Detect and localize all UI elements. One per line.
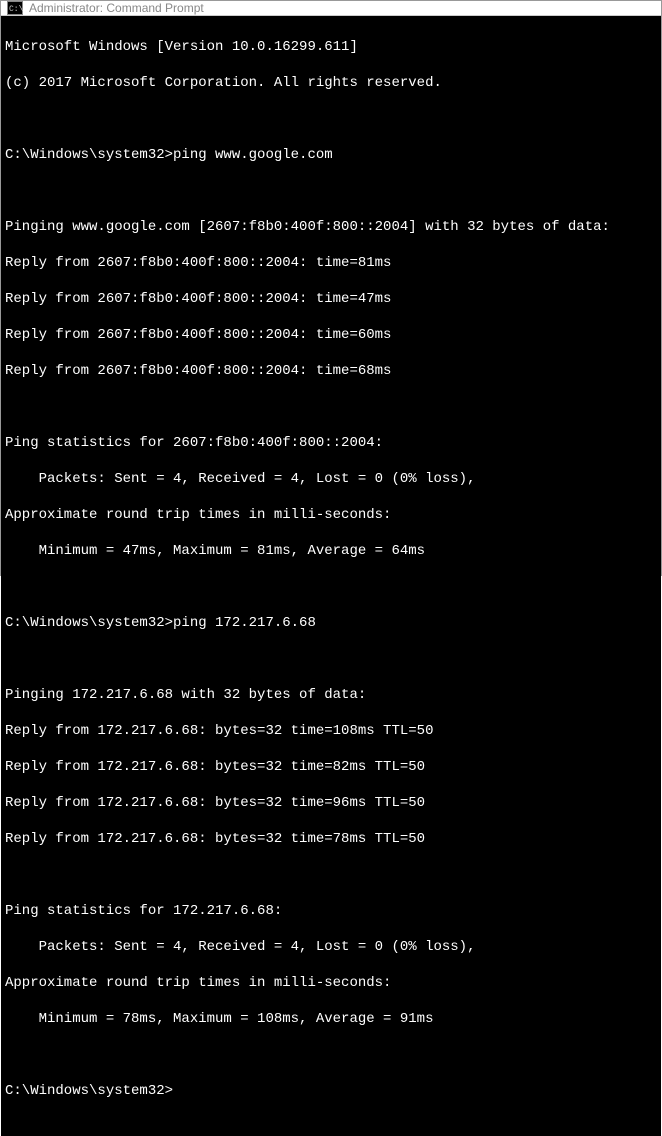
banner-line: Microsoft Windows [Version 10.0.16299.61…	[5, 38, 657, 56]
ping-rtt-header: Approximate round trip times in milli-se…	[5, 974, 657, 992]
ping-rtt: Minimum = 78ms, Maximum = 108ms, Average…	[5, 1010, 657, 1028]
window-title: Administrator: Command Prompt	[29, 1, 204, 15]
ping-reply: Reply from 172.217.6.68: bytes=32 time=9…	[5, 794, 657, 812]
blank-line	[5, 1046, 657, 1064]
svg-text:C:\: C:\	[9, 5, 23, 14]
ping-reply: Reply from 2607:f8b0:400f:800::2004: tim…	[5, 290, 657, 308]
banner-line: (c) 2017 Microsoft Corporation. All righ…	[5, 74, 657, 92]
ping-reply: Reply from 172.217.6.68: bytes=32 time=8…	[5, 758, 657, 776]
ping-packets: Packets: Sent = 4, Received = 4, Lost = …	[5, 938, 657, 956]
ping-reply: Reply from 172.217.6.68: bytes=32 time=1…	[5, 722, 657, 740]
ping-rtt: Minimum = 47ms, Maximum = 81ms, Average …	[5, 542, 657, 560]
prompt-text: C:\Windows\system32>	[5, 1082, 173, 1100]
ping-stats-header: Ping statistics for 172.217.6.68:	[5, 902, 657, 920]
command-prompt-window: C:\ Administrator: Command Prompt Micros…	[0, 0, 662, 576]
terminal-output[interactable]: Microsoft Windows [Version 10.0.16299.61…	[1, 16, 661, 1136]
command-input[interactable]	[173, 1082, 657, 1100]
ping-reply: Reply from 2607:f8b0:400f:800::2004: tim…	[5, 254, 657, 272]
ping-rtt-header: Approximate round trip times in milli-se…	[5, 506, 657, 524]
blank-line	[5, 650, 657, 668]
prompt-line: C:\Windows\system32>ping 172.217.6.68	[5, 614, 657, 632]
ping-stats-header: Ping statistics for 2607:f8b0:400f:800::…	[5, 434, 657, 452]
blank-line	[5, 182, 657, 200]
ping-packets: Packets: Sent = 4, Received = 4, Lost = …	[5, 470, 657, 488]
blank-line	[5, 578, 657, 596]
ping-reply: Reply from 2607:f8b0:400f:800::2004: tim…	[5, 362, 657, 380]
ping-reply: Reply from 172.217.6.68: bytes=32 time=7…	[5, 830, 657, 848]
active-prompt[interactable]: C:\Windows\system32>	[5, 1082, 657, 1100]
blank-line	[5, 866, 657, 884]
ping-header: Pinging 172.217.6.68 with 32 bytes of da…	[5, 686, 657, 704]
ping-reply: Reply from 2607:f8b0:400f:800::2004: tim…	[5, 326, 657, 344]
ping-header: Pinging www.google.com [2607:f8b0:400f:8…	[5, 218, 657, 236]
prompt-line: C:\Windows\system32>ping www.google.com	[5, 146, 657, 164]
window-titlebar[interactable]: C:\ Administrator: Command Prompt	[1, 1, 661, 16]
blank-line	[5, 110, 657, 128]
blank-line	[5, 398, 657, 416]
cmd-icon: C:\	[7, 1, 23, 15]
